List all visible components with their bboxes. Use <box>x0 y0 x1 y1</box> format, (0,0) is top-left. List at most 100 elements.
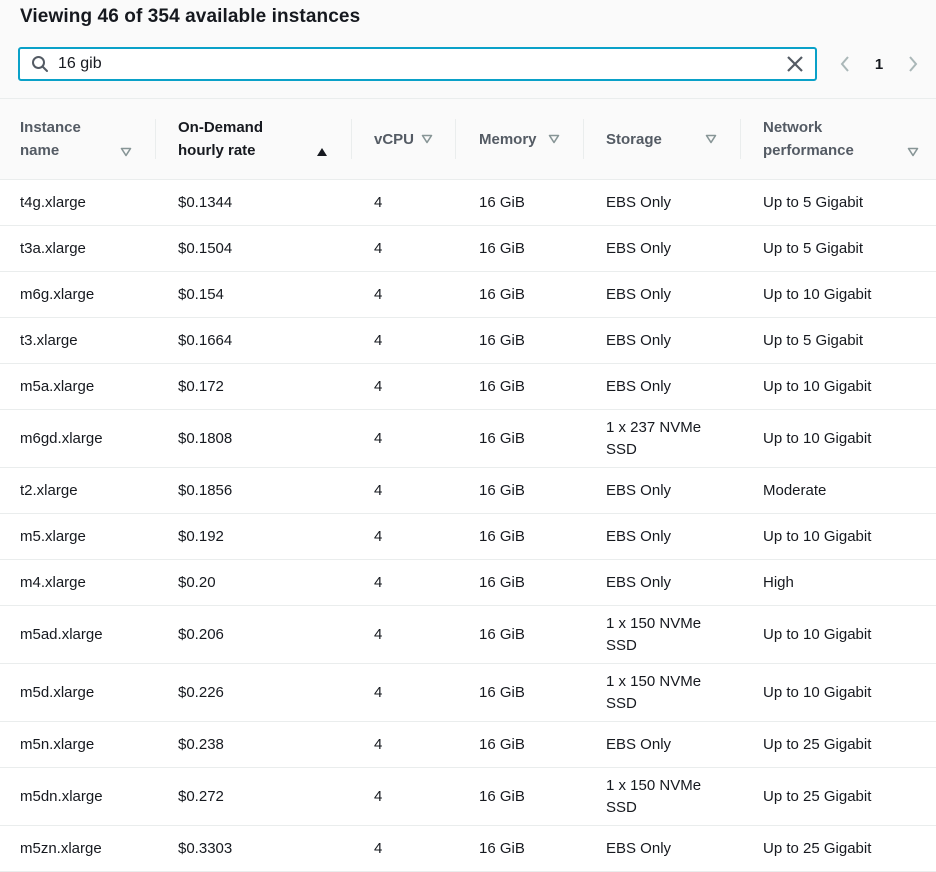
table-row[interactable]: m6gd.xlarge $0.1808 4 16 GiB 1 x 237 NVMe SSD… <box>0 410 936 468</box>
storage-line: EBS Only <box>606 377 672 395</box>
pagination: 1 <box>834 50 924 78</box>
cell-vcpu: 4 <box>374 285 383 303</box>
column-header-network-performance[interactable]: Network performance <box>763 99 854 179</box>
column-divider[interactable] <box>155 119 156 159</box>
cell-storage: 1 x 150 NVMe SSD <box>606 775 701 819</box>
cell-memory: 16 GiB <box>479 787 525 805</box>
table-row[interactable]: t4g.xlarge $0.1344 4 16 GiB EBS Only Up to 5 … <box>0 180 936 226</box>
storage-line: 1 x 237 NVMe <box>606 418 702 436</box>
cell-network-performance: Up to 25 Gigabit <box>763 839 872 857</box>
table-row[interactable]: m5a.xlarge $0.172 4 16 GiB EBS Only Up to 10 … <box>0 364 936 410</box>
column-header-label: Instance name <box>20 119 81 159</box>
table-row[interactable]: t3a.xlarge $0.1504 4 16 GiB EBS Only Up to 5 … <box>0 226 936 272</box>
storage-line: SSD <box>606 636 637 654</box>
search-input[interactable] <box>58 55 783 73</box>
cell-storage: EBS Only <box>606 238 671 260</box>
cell-memory: 16 GiB <box>479 377 525 395</box>
table-row[interactable]: m5d.xlarge $0.226 4 16 GiB 1 x 150 NVMe SSD Up… <box>0 664 936 722</box>
cell-memory: 16 GiB <box>479 429 525 447</box>
search-field[interactable] <box>18 47 817 81</box>
cell-memory: 16 GiB <box>479 481 525 499</box>
cell-vcpu: 4 <box>374 331 383 349</box>
cell-hourly-rate: $0.1344 <box>178 193 233 211</box>
cell-hourly-rate: $0.192 <box>178 527 224 545</box>
clear-search-button[interactable] <box>783 52 807 76</box>
cell-network-performance: Up to 25 Gigabit <box>763 787 872 805</box>
next-page-button[interactable] <box>902 50 924 78</box>
cell-vcpu: 4 <box>374 625 383 643</box>
cell-memory: 16 GiB <box>479 285 525 303</box>
cell-network-performance: Up to 10 Gigabit <box>763 285 872 303</box>
column-divider[interactable] <box>455 119 456 159</box>
column-divider[interactable] <box>351 119 352 159</box>
table-row[interactable]: t3.xlarge $0.1664 4 16 GiB EBS Only Up to 5 G… <box>0 318 936 364</box>
table-row[interactable]: m5n.xlarge $0.238 4 16 GiB EBS Only Up to 25 … <box>0 722 936 768</box>
table-row[interactable]: t2.xlarge $0.1856 4 16 GiB EBS Only Moderate <box>0 468 936 514</box>
cell-vcpu: 4 <box>374 239 383 257</box>
sort-icon[interactable] <box>421 134 433 144</box>
column-header-storage[interactable]: Storage <box>606 99 662 179</box>
sort-icon[interactable] <box>907 147 919 157</box>
cell-instance-name: m5dn.xlarge <box>20 787 103 805</box>
cell-instance-name: m5a.xlarge <box>20 377 95 395</box>
table-row[interactable]: m5zn.xlarge $0.3303 4 16 GiB EBS Only Up to 2… <box>0 826 936 872</box>
cell-hourly-rate: $0.272 <box>178 787 224 805</box>
cell-storage: EBS Only <box>606 192 671 214</box>
cell-network-performance: Up to 10 Gigabit <box>763 625 872 643</box>
column-header-vcpu[interactable]: vCPU <box>374 99 414 179</box>
storage-line: EBS Only <box>606 285 672 303</box>
storage-line: EBS Only <box>606 239 672 257</box>
cell-network-performance: Up to 10 Gigabit <box>763 377 872 395</box>
storage-line: EBS Only <box>606 331 672 349</box>
cell-vcpu: 4 <box>374 527 383 545</box>
table-row[interactable]: m6g.xlarge $0.154 4 16 GiB EBS Only Up to 10 … <box>0 272 936 318</box>
cell-hourly-rate: $0.172 <box>178 377 224 395</box>
table-row[interactable]: m4.xlarge $0.20 4 16 GiB EBS Only High <box>0 560 936 606</box>
cell-vcpu: 4 <box>374 683 383 701</box>
cell-storage: 1 x 150 NVMe SSD <box>606 613 701 657</box>
cell-hourly-rate: $0.3303 <box>178 839 233 857</box>
storage-line: 1 x 150 NVMe <box>606 672 702 690</box>
cell-instance-name: t3a.xlarge <box>20 239 86 257</box>
cell-instance-name: m6g.xlarge <box>20 285 95 303</box>
storage-line: EBS Only <box>606 839 672 857</box>
column-divider[interactable] <box>583 119 584 159</box>
storage-line: EBS Only <box>606 481 672 499</box>
cell-memory: 16 GiB <box>479 331 525 349</box>
storage-line: SSD <box>606 694 637 712</box>
cell-vcpu: 4 <box>374 193 383 211</box>
cell-hourly-rate: $0.1856 <box>178 481 233 499</box>
cell-vcpu: 4 <box>374 735 383 753</box>
storage-line: EBS Only <box>606 735 672 753</box>
column-header-hourly-rate[interactable]: On-Demand hourly rate <box>178 99 263 179</box>
cell-instance-name: m6gd.xlarge <box>20 429 103 447</box>
cell-instance-name: t3.xlarge <box>20 331 78 349</box>
cell-hourly-rate: $0.1808 <box>178 429 233 447</box>
previous-page-button[interactable] <box>834 50 856 78</box>
table-row[interactable]: m5.xlarge $0.192 4 16 GiB EBS Only Up to 10 G… <box>0 514 936 560</box>
cell-network-performance: Up to 5 Gigabit <box>763 239 864 257</box>
cell-network-performance: Up to 25 Gigabit <box>763 735 872 753</box>
cell-vcpu: 4 <box>374 429 383 447</box>
sort-icon[interactable] <box>548 134 560 144</box>
cell-memory: 16 GiB <box>479 683 525 701</box>
storage-line: SSD <box>606 440 637 458</box>
cell-hourly-rate: $0.238 <box>178 735 224 753</box>
page-number-button[interactable]: 1 <box>856 56 902 73</box>
cell-vcpu: 4 <box>374 839 383 857</box>
cell-hourly-rate: $0.20 <box>178 573 216 591</box>
column-header-memory[interactable]: Memory <box>479 99 537 179</box>
sort-icon[interactable] <box>705 134 717 144</box>
cell-network-performance: Up to 10 Gigabit <box>763 429 872 447</box>
sort-ascending-icon[interactable] <box>316 147 328 157</box>
column-divider[interactable] <box>740 119 741 159</box>
column-header-instance-name[interactable]: Instance name <box>20 99 81 179</box>
column-header-label: Memory <box>479 130 537 148</box>
cell-network-performance: Up to 5 Gigabit <box>763 331 864 349</box>
cell-instance-name: m5n.xlarge <box>20 735 95 753</box>
sort-icon[interactable] <box>120 147 132 157</box>
cell-storage: EBS Only <box>606 734 671 756</box>
table-row[interactable]: m5dn.xlarge $0.272 4 16 GiB 1 x 150 NVMe SSD U… <box>0 768 936 826</box>
table-row[interactable]: m5ad.xlarge $0.206 4 16 GiB 1 x 150 NVMe SSD U… <box>0 606 936 664</box>
cell-memory: 16 GiB <box>479 735 525 753</box>
